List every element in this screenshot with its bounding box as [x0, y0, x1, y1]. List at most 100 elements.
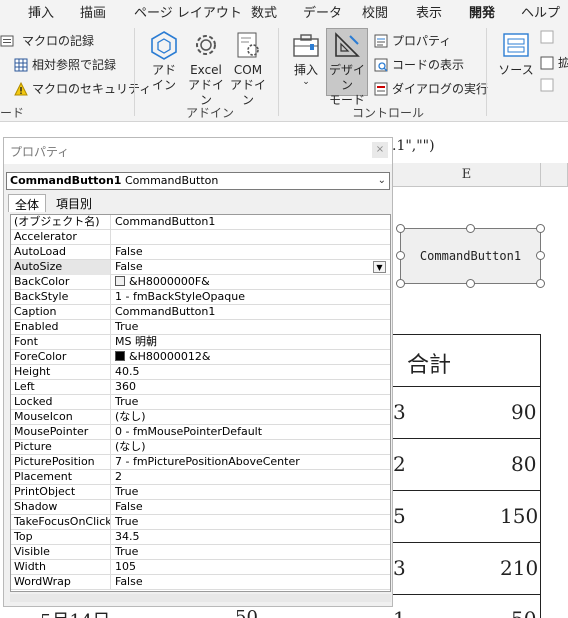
tab-data[interactable]: データ	[303, 2, 342, 21]
property-row[interactable]: Left 360	[11, 380, 390, 395]
tab-page-layout[interactable]: ページ レイアウト	[134, 2, 242, 21]
total-cell[interactable]: 150	[500, 504, 538, 528]
expansion-pack-button[interactable]: 拡	[540, 54, 568, 71]
macro-security-button[interactable]: マクロのセキュリティ	[14, 80, 151, 97]
tab-draw[interactable]: 描画	[80, 2, 106, 21]
command-button-1[interactable]: CommandButton1	[400, 228, 541, 284]
value-cell-partial[interactable]: 50	[235, 607, 258, 618]
property-value[interactable]: CommandButton1	[115, 305, 385, 320]
property-row[interactable]: Top 34.5	[11, 530, 390, 545]
properties-title-bar[interactable]: プロパティ ×	[4, 138, 392, 164]
tab-review[interactable]: 校閲	[362, 2, 388, 21]
property-row[interactable]: Caption CommandButton1	[11, 305, 390, 320]
object-selector[interactable]: CommandButton1 CommandButton ⌄	[6, 172, 390, 190]
tab-help[interactable]: ヘルプ	[521, 2, 560, 21]
cell-partial[interactable]: 3	[393, 556, 406, 580]
tab-formulas[interactable]: 数式	[251, 2, 277, 21]
property-value[interactable]	[115, 230, 385, 245]
property-value[interactable]: True	[115, 395, 385, 410]
property-value[interactable]: False	[115, 245, 385, 260]
property-value[interactable]: True	[115, 545, 385, 560]
addins-button[interactable]: アド イン	[144, 30, 184, 93]
property-value[interactable]: False	[115, 500, 385, 515]
property-row[interactable]: Enabled True	[11, 320, 390, 335]
record-macro-button[interactable]: マクロの記録	[0, 32, 94, 49]
run-dialog-button[interactable]: ダイアログの実行	[374, 80, 488, 97]
view-code-button[interactable]: コードの表示	[374, 56, 464, 73]
tab-developer[interactable]: 開発	[469, 2, 496, 26]
property-value-color[interactable]: &H80000012&	[115, 350, 385, 365]
property-row[interactable]: Locked True	[11, 395, 390, 410]
property-row[interactable]: Shadow False	[11, 500, 390, 515]
property-row[interactable]: ForeColor &H80000012&	[11, 350, 390, 365]
property-value[interactable]: (なし)	[115, 410, 385, 425]
property-row[interactable]: Visible True	[11, 545, 390, 560]
property-value[interactable]: 1 - fmBackStyleOpaque	[115, 290, 385, 305]
cell-partial[interactable]: 2	[393, 452, 406, 476]
property-value[interactable]: 2	[115, 470, 385, 485]
property-value[interactable]: CommandButton1	[115, 215, 385, 230]
property-row[interactable]: MouseIcon (なし)	[11, 410, 390, 425]
property-row[interactable]: BackColor &H8000000F&	[11, 275, 390, 290]
property-value[interactable]: True	[115, 485, 385, 500]
property-row[interactable]: TakeFocusOnClick True	[11, 515, 390, 530]
property-row[interactable]: Accelerator	[11, 230, 390, 245]
property-value[interactable]: False	[115, 260, 385, 275]
resize-handle[interactable]	[396, 279, 405, 288]
property-row[interactable]: Width 105	[11, 560, 390, 575]
excel-addins-button[interactable]: Excel アドイン	[186, 30, 226, 108]
horizontal-scrollbar[interactable]	[10, 594, 391, 602]
property-value[interactable]: False	[115, 575, 385, 590]
insert-control-button[interactable]: 挿入 ⌄	[286, 30, 326, 87]
date-cell-partial[interactable]: 5月14日	[40, 607, 110, 618]
close-icon[interactable]: ×	[372, 142, 388, 158]
property-row[interactable]: (オブジェクト名) CommandButton1	[11, 215, 390, 230]
resize-handle[interactable]	[536, 251, 545, 260]
property-row[interactable]: PrintObject True	[11, 485, 390, 500]
property-row[interactable]: Picture (なし)	[11, 440, 390, 455]
property-row[interactable]: Height 40.5	[11, 365, 390, 380]
property-value[interactable]: 40.5	[115, 365, 385, 380]
property-row[interactable]: MousePointer 0 - fmMousePointerDefault	[11, 425, 390, 440]
header-total[interactable]: 合計	[407, 347, 451, 379]
property-value[interactable]: 7 - fmPicturePositionAboveCenter	[115, 455, 385, 470]
property-row-selected[interactable]: AutoSize False ▼	[11, 260, 390, 275]
property-value-color[interactable]: &H8000000F&	[115, 275, 385, 290]
dropdown-arrow-icon[interactable]: ▼	[373, 261, 386, 273]
tab-view[interactable]: 表示	[416, 2, 442, 21]
tab-insert[interactable]: 挿入	[28, 2, 54, 21]
property-value[interactable]: 34.5	[115, 530, 385, 545]
relative-reference-button[interactable]: 相対参照で記録	[14, 56, 116, 73]
property-row[interactable]: WordWrap False	[11, 575, 390, 590]
resize-handle[interactable]	[536, 224, 545, 233]
property-row[interactable]: PicturePosition 7 - fmPicturePositionAbov…	[11, 455, 390, 470]
resize-handle[interactable]	[396, 224, 405, 233]
resize-handle[interactable]	[536, 279, 545, 288]
property-value[interactable]: (なし)	[115, 440, 385, 455]
resize-handle[interactable]	[466, 279, 475, 288]
properties-button[interactable]: プロパティ	[374, 32, 451, 49]
cell-partial[interactable]: 3	[393, 400, 406, 424]
total-cell[interactable]: 50	[511, 607, 536, 618]
property-row[interactable]: Font MS 明朝	[11, 335, 390, 350]
cell-partial[interactable]: 5	[393, 504, 406, 528]
property-row[interactable]: Placement 2	[11, 470, 390, 485]
property-value[interactable]: 360	[115, 380, 385, 395]
design-mode-button[interactable]: デザイン モード	[326, 30, 368, 108]
tab-categorized[interactable]: 項目別	[50, 194, 98, 212]
resize-handle[interactable]	[396, 251, 405, 260]
total-cell[interactable]: 90	[511, 400, 536, 424]
property-value[interactable]: True	[115, 515, 385, 530]
property-row[interactable]: AutoLoad False	[11, 245, 390, 260]
column-header-e[interactable]: E	[393, 163, 541, 187]
property-row[interactable]: BackStyle 1 - fmBackStyleOpaque	[11, 290, 390, 305]
column-header-f[interactable]	[541, 163, 568, 187]
property-value[interactable]: 0 - fmMousePointerDefault	[115, 425, 385, 440]
com-addins-button[interactable]: COM アドイン	[228, 30, 268, 108]
resize-handle[interactable]	[466, 224, 475, 233]
xml-map-properties-button[interactable]	[540, 30, 554, 44]
property-value[interactable]: MS 明朝	[115, 335, 385, 350]
property-value[interactable]: True	[115, 320, 385, 335]
xml-source-button[interactable]: ソース	[496, 30, 536, 78]
total-cell[interactable]: 210	[500, 556, 538, 580]
